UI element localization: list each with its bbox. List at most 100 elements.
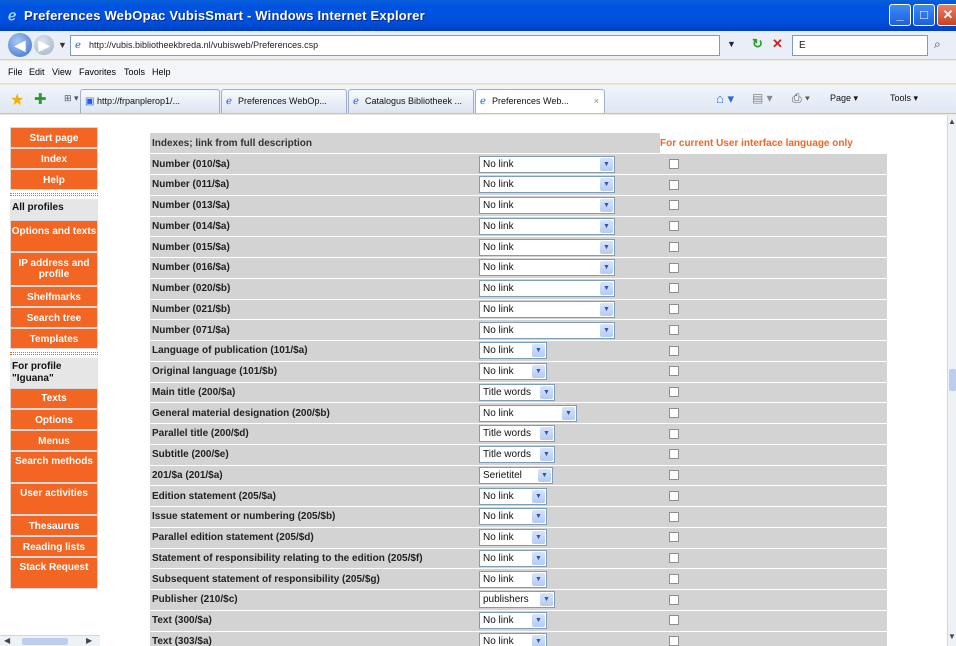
feeds-icon[interactable]: ▤ ▾ — [752, 91, 773, 105]
back-button[interactable]: ◀ — [8, 33, 32, 57]
chevron-down-icon[interactable]: ▼ — [532, 344, 545, 358]
refresh-icon[interactable]: ↻ — [752, 36, 763, 52]
chevron-down-icon[interactable]: ▼ — [600, 199, 613, 213]
page-menu[interactable]: Page ▾ — [830, 93, 858, 104]
home-icon[interactable]: ⌂ ▾ — [716, 91, 734, 107]
menu-help[interactable]: Help — [152, 67, 171, 77]
link-type-select[interactable]: No link ▼ — [479, 404, 577, 422]
language-only-checkbox[interactable] — [669, 449, 679, 460]
ip-address-button[interactable]: IP address and profile — [10, 252, 98, 286]
language-only-checkbox[interactable] — [669, 221, 679, 232]
url-input[interactable]: ℯ http://vubis.bibliotheekbreda.nl/vubis… — [70, 35, 720, 56]
link-type-select[interactable]: Title words ▼ — [479, 425, 555, 443]
link-type-select[interactable]: No link ▼ — [479, 612, 547, 630]
scroll-thumb[interactable] — [949, 369, 956, 391]
language-only-checkbox[interactable] — [669, 615, 679, 626]
reading-lists-button[interactable]: Reading lists — [10, 536, 98, 557]
add-favorite-icon[interactable]: ✚ — [34, 90, 47, 108]
link-type-select[interactable]: No link ▼ — [479, 632, 547, 646]
language-only-checkbox[interactable] — [669, 158, 679, 169]
chevron-down-icon[interactable]: ▼ — [532, 510, 545, 524]
menu-view[interactable]: View — [52, 67, 71, 77]
chevron-down-icon[interactable]: ▼ — [540, 385, 553, 399]
index-button[interactable]: Index — [10, 148, 98, 169]
language-only-checkbox[interactable] — [669, 345, 679, 356]
link-type-select[interactable]: No link ▼ — [479, 570, 547, 588]
link-type-select[interactable]: No link ▼ — [479, 259, 615, 277]
chevron-down-icon[interactable]: ▼ — [562, 406, 575, 420]
link-type-select[interactable]: No link ▼ — [479, 155, 615, 173]
search-input[interactable]: E — [792, 35, 928, 56]
link-type-select[interactable]: Title words ▼ — [479, 383, 555, 401]
language-only-checkbox[interactable] — [669, 573, 679, 584]
chevron-down-icon[interactable]: ▼ — [600, 219, 613, 233]
stop-icon[interactable]: ✕ — [772, 36, 783, 52]
menus-button[interactable]: Menus — [10, 430, 98, 451]
forward-button[interactable]: ▶ — [34, 35, 54, 55]
maximize-button[interactable]: □ — [913, 4, 935, 26]
language-only-checkbox[interactable] — [669, 179, 679, 190]
texts-button[interactable]: Texts — [10, 388, 98, 409]
link-type-select[interactable]: No link ▼ — [479, 529, 547, 547]
link-type-select[interactable]: Serietitel ▼ — [479, 466, 553, 484]
language-only-checkbox[interactable] — [669, 407, 679, 418]
chevron-down-icon[interactable]: ▼ — [532, 634, 545, 646]
url-history-dropdown[interactable]: ▼ — [727, 39, 736, 49]
options-and-texts-button[interactable]: Options and texts — [10, 220, 98, 252]
chevron-down-icon[interactable]: ▼ — [532, 614, 545, 628]
chevron-down-icon[interactable]: ▼ — [600, 261, 613, 275]
close-button[interactable]: ✕ — [937, 4, 956, 26]
link-type-select[interactable]: No link ▼ — [479, 300, 615, 318]
chevron-down-icon[interactable]: ▼ — [600, 240, 613, 254]
tools-menu[interactable]: Tools ▾ — [890, 93, 918, 104]
tab-4[interactable]: ℯ Preferences Web... × — [475, 89, 605, 113]
language-only-checkbox[interactable] — [669, 262, 679, 273]
tab-2[interactable]: ℯ Preferences WebOp... — [221, 89, 347, 113]
print-icon[interactable]: ⎙ ▾ — [792, 91, 810, 106]
link-type-select[interactable]: No link ▼ — [479, 197, 615, 215]
scroll-up-icon[interactable]: ▲ — [948, 117, 956, 126]
link-type-select[interactable]: No link ▼ — [479, 321, 615, 339]
tab-1[interactable]: ▣ http://frpanplerop1/... — [80, 89, 220, 113]
shelfmarks-button[interactable]: Shelfmarks — [10, 286, 98, 307]
link-type-select[interactable]: No link ▼ — [479, 487, 547, 505]
link-type-select[interactable]: No link ▼ — [479, 363, 547, 381]
chevron-down-icon[interactable]: ▼ — [600, 282, 613, 296]
link-type-select[interactable]: No link ▼ — [479, 176, 615, 194]
menu-file[interactable]: File — [8, 67, 23, 77]
chevron-down-icon[interactable]: ▼ — [540, 593, 553, 607]
link-type-select[interactable]: No link ▼ — [479, 217, 615, 235]
search-tree-button[interactable]: Search tree — [10, 307, 98, 328]
language-only-checkbox[interactable] — [669, 241, 679, 252]
language-only-checkbox[interactable] — [669, 324, 679, 335]
language-only-checkbox[interactable] — [669, 636, 679, 646]
language-only-checkbox[interactable] — [669, 428, 679, 439]
templates-button[interactable]: Templates — [10, 328, 98, 349]
chevron-down-icon[interactable]: ▼ — [600, 302, 613, 316]
link-type-select[interactable]: No link ▼ — [479, 549, 547, 567]
language-only-checkbox[interactable] — [669, 304, 679, 315]
options-button[interactable]: Options — [10, 409, 98, 430]
user-activities-button[interactable]: User activities — [10, 483, 98, 515]
thesaurus-button[interactable]: Thesaurus — [10, 515, 98, 536]
language-only-checkbox[interactable] — [669, 387, 679, 398]
language-only-checkbox[interactable] — [669, 366, 679, 377]
chevron-down-icon[interactable]: ▼ — [532, 551, 545, 565]
link-type-select[interactable]: No link ▼ — [479, 238, 615, 256]
language-only-checkbox[interactable] — [669, 553, 679, 564]
search-methods-button[interactable]: Search methods — [10, 451, 98, 483]
start-page-button[interactable]: Start page — [10, 127, 98, 148]
stack-request-button[interactable]: Stack Request — [10, 557, 98, 589]
minimize-button[interactable]: _ — [889, 4, 911, 26]
language-only-checkbox[interactable] — [669, 532, 679, 543]
tab-3[interactable]: ℯ Catalogus Bibliotheek ... — [348, 89, 474, 113]
favorites-star-icon[interactable]: ★ — [10, 90, 24, 110]
link-type-select[interactable]: No link ▼ — [479, 342, 547, 360]
language-only-checkbox[interactable] — [669, 470, 679, 481]
chevron-down-icon[interactable]: ▼ — [540, 427, 553, 441]
recent-pages-dropdown[interactable]: ▼ — [58, 40, 67, 50]
help-button[interactable]: Help — [10, 169, 98, 190]
scroll-thumb[interactable] — [22, 638, 68, 645]
link-type-select[interactable]: No link ▼ — [479, 508, 547, 526]
vertical-scrollbar[interactable]: ▲ ▼ — [947, 115, 956, 646]
